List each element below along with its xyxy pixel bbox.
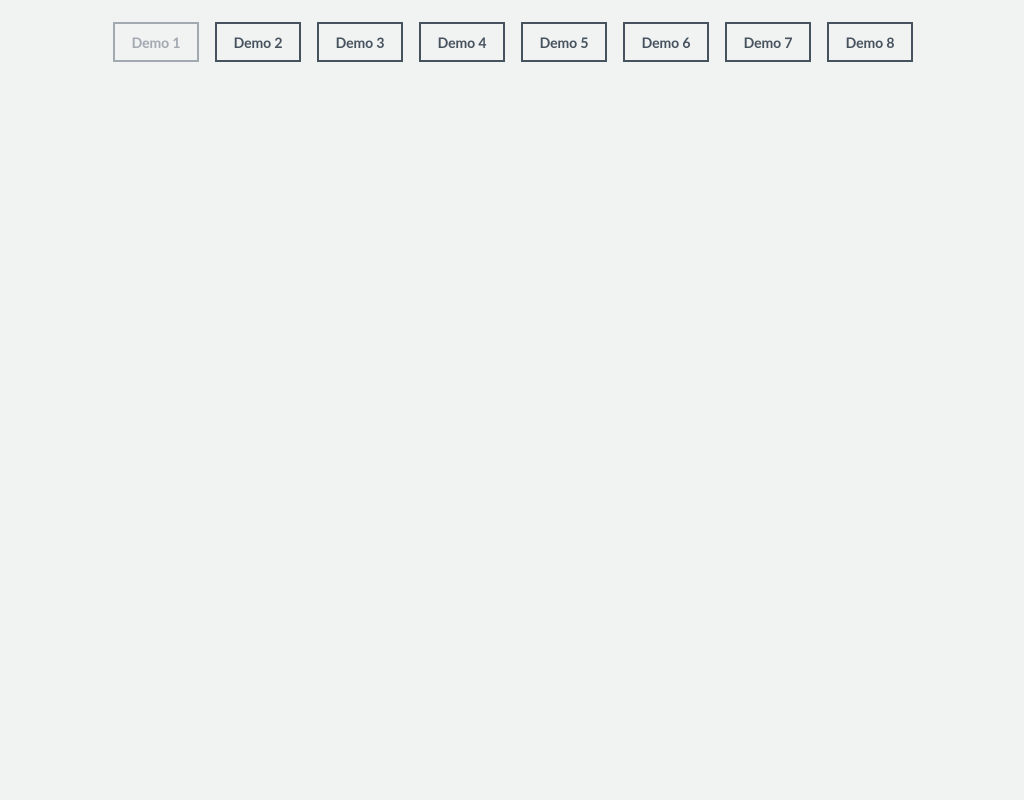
tab-demo-2[interactable]: Demo 2: [215, 22, 301, 62]
tab-demo-3[interactable]: Demo 3: [317, 22, 403, 62]
tab-demo-1[interactable]: Demo 1: [113, 22, 199, 62]
tab-demo-4[interactable]: Demo 4: [419, 22, 505, 62]
tab-demo-7[interactable]: Demo 7: [725, 22, 811, 62]
tab-bar: Demo 1 Demo 2 Demo 3 Demo 4 Demo 5 Demo …: [0, 0, 1024, 62]
tab-demo-5[interactable]: Demo 5: [521, 22, 607, 62]
tab-demo-8[interactable]: Demo 8: [827, 22, 913, 62]
tab-demo-6[interactable]: Demo 6: [623, 22, 709, 62]
